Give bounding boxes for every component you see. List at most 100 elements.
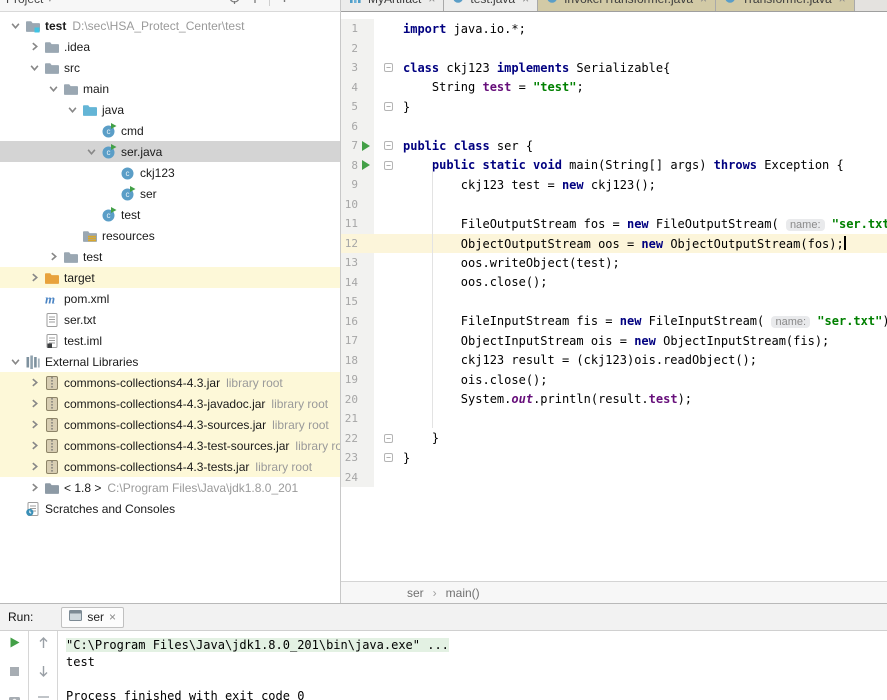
camera-icon[interactable] [8,694,21,700]
editor-tab-myartifact[interactable]: MyArtifact× [341,0,444,12]
code-line-21[interactable]: 21 [341,409,887,429]
chevron-right-icon[interactable] [25,399,44,408]
editor-tab-transformer-java[interactable]: cTransformer.java× [716,0,855,12]
chevron-right-icon[interactable] [25,273,44,282]
close-icon[interactable]: × [109,610,116,624]
code-line-23[interactable]: 23−} [341,448,887,468]
chevron-right-icon[interactable] [25,462,44,471]
run-tab-ser[interactable]: ser × [61,607,124,628]
tree-row-test[interactable]: ctest [0,204,340,225]
rerun-icon[interactable] [8,636,21,652]
chevron-down-icon[interactable] [6,357,25,366]
chevron-right-icon[interactable] [25,420,44,429]
fold-marker-icon[interactable]: − [374,453,403,462]
stop-icon[interactable] [8,665,21,681]
tree-row-ckj123[interactable]: cckj123 [0,162,340,183]
code-line-20[interactable]: 20 System.out.println(result.test); [341,390,887,410]
tree-row-ser[interactable]: cser [0,183,340,204]
code-line-15[interactable]: 15 [341,292,887,312]
code-line-5[interactable]: 5−} [341,97,887,117]
code-line-9[interactable]: 9 ckj123 test = new ckj123(); [341,175,887,195]
tree-row-main[interactable]: main [0,78,340,99]
run-line-icon[interactable] [358,141,374,151]
chevron-right-icon[interactable] [44,252,63,261]
run-line-icon[interactable] [358,160,374,170]
tree-item-label: < 1.8 > [64,481,101,495]
code-line-18[interactable]: 18 ckj123 result = (ckj123)ois.readObjec… [341,351,887,371]
code-line-1[interactable]: 1import java.io.*; [341,19,887,39]
gutter: 17 [341,331,374,351]
code-line-19[interactable]: 19 ois.close(); [341,370,887,390]
tree-row-commons-collections4-4.3-sources.jar[interactable]: commons-collections4-4.3-sources.jarlibr… [0,414,340,435]
code-line-22[interactable]: 22− } [341,429,887,449]
tree-row-test.iml[interactable]: test.iml [0,330,340,351]
tree-row-target[interactable]: target [0,267,340,288]
console-line [66,671,887,688]
tree-row-external-libraries[interactable]: External Libraries [0,351,340,372]
code-line-16[interactable]: 16 FileInputStream fis = new FileInputSt… [341,312,887,332]
code-line-3[interactable]: 3−class ckj123 implements Serializable{ [341,58,887,78]
tree-row-test[interactable]: testD:\sec\HSA_Protect_Center\test [0,15,340,36]
tree-row-java[interactable]: java [0,99,340,120]
fold-marker-icon[interactable]: − [374,63,403,72]
tree-row-src[interactable]: src [0,57,340,78]
editor-tab-invokertransformer-java[interactable]: cInvokerTransformer.java× [538,0,716,12]
chevron-right-icon[interactable] [25,441,44,450]
chevron-down-icon[interactable] [25,63,44,72]
chevron-right-icon[interactable] [25,378,44,387]
settings-icon[interactable] [278,0,291,7]
tree-row-.idea[interactable]: .idea [0,36,340,57]
chevron-down-icon[interactable] [63,105,82,114]
chevron-down-icon[interactable] [6,21,25,30]
close-icon[interactable]: × [522,0,529,6]
chevron-down-icon[interactable] [44,84,63,93]
code-line-13[interactable]: 13 oos.writeObject(test); [341,253,887,273]
code-text: ckj123 result = (ckj123)ois.readObject()… [403,353,887,367]
fold-marker-icon[interactable]: − [374,102,403,111]
code-line-7[interactable]: 7−public class ser { [341,136,887,156]
close-icon[interactable]: × [428,0,435,6]
chevron-right-icon[interactable] [25,42,44,51]
editor-tab-strip: MyArtifact×ctest.java×cInvokerTransforme… [341,0,887,12]
code-line-24[interactable]: 24 [341,468,887,488]
code-line-10[interactable]: 10 [341,195,887,215]
tree-row-commons-collections4-4.3.jar[interactable]: commons-collections4-4.3.jarlibrary root [0,372,340,393]
tree-row-commons-collections4-4.3-tests.jar[interactable]: commons-collections4-4.3-tests.jarlibrar… [0,456,340,477]
code-line-12[interactable]: 12 ObjectOutputStream oos = new ObjectOu… [341,234,887,254]
up-arrow-icon[interactable] [37,636,50,652]
close-icon[interactable]: × [839,0,846,6]
breadcrumb-item-main[interactable]: main() [446,586,480,600]
fold-marker-icon[interactable]: − [374,161,403,170]
tree-row-cmd[interactable]: ccmd [0,120,340,141]
tree-row-ser.txt[interactable]: ser.txt [0,309,340,330]
close-icon[interactable]: × [700,0,707,6]
collapse-all-icon[interactable] [249,0,261,7]
tree-row-test[interactable]: test [0,246,340,267]
chevron-down-icon[interactable] [82,147,101,156]
down-arrow-icon[interactable] [37,665,50,681]
tree-row-ser.java[interactable]: cser.java [0,141,340,162]
code-line-17[interactable]: 17 ObjectInputStream ois = new ObjectInp… [341,331,887,351]
fold-marker-icon[interactable]: − [374,141,403,150]
editor-tab-label: test.java [470,0,515,6]
soft-wrap-icon[interactable] [37,694,50,700]
tree-row-resources[interactable]: resources [0,225,340,246]
tree-row-commons-collections4-4.3-test-sources.jar[interactable]: commons-collections4-4.3-test-sources.ja… [0,435,340,456]
code-line-2[interactable]: 2 [341,39,887,59]
code-line-14[interactable]: 14 oos.close(); [341,273,887,293]
code-editor[interactable]: 1import java.io.*;23−class ckj123 implem… [341,12,887,581]
code-line-11[interactable]: 11 FileOutputStream fos = new FileOutput… [341,214,887,234]
tree-row-scratches-and-consoles[interactable]: Scratches and Consoles [0,498,340,519]
chevron-right-icon[interactable] [25,483,44,492]
editor-tab-test-java[interactable]: ctest.java× [444,0,538,12]
locate-icon[interactable] [228,0,241,7]
tree-row--1.8-[interactable]: < 1.8 >C:\Program Files\Java\jdk1.8.0_20… [0,477,340,498]
code-line-6[interactable]: 6 [341,117,887,137]
tree-row-commons-collections4-4.3-javadoc.jar[interactable]: commons-collections4-4.3-javadoc.jarlibr… [0,393,340,414]
breadcrumb-item-ser[interactable]: ser [407,586,424,600]
code-line-4[interactable]: 4 String test = "test"; [341,78,887,98]
tree-row-pom.xml[interactable]: mpom.xml [0,288,340,309]
project-panel-title[interactable]: Project [6,0,43,6]
code-line-8[interactable]: 8− public static void main(String[] args… [341,156,887,176]
fold-marker-icon[interactable]: − [374,434,403,443]
